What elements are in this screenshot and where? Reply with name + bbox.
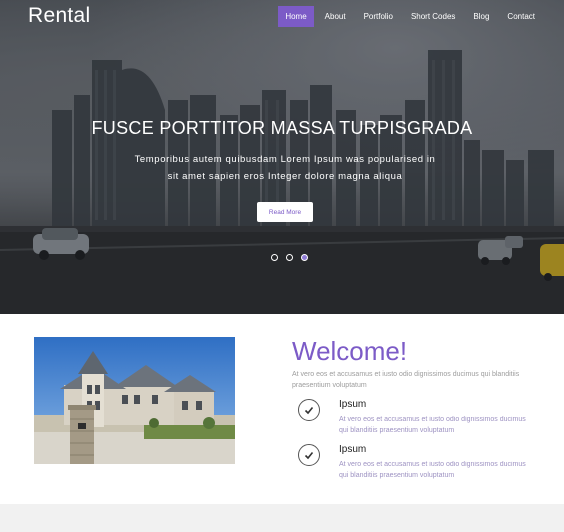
welcome-intro: At vero eos et accusamus et iusto odio d… [292, 371, 520, 389]
hero-title: FUSCE PORTTITOR MASSA TURPISGRADA [91, 118, 473, 138]
slider-dot-2[interactable] [286, 254, 293, 261]
nav-item-contact[interactable]: Contact [500, 6, 542, 27]
welcome-section: Welcome! At vero eos et accusamus et ius… [0, 314, 564, 504]
slider-dots [271, 254, 308, 261]
nav-item-portfolio[interactable]: Portfolio [357, 6, 400, 27]
feature-text-1: At vero eos et accusamus et iusto odio d… [339, 416, 526, 434]
nav-item-home[interactable]: Home [278, 6, 314, 27]
main-nav: Home About Portfolio Short Codes Blog Co… [274, 6, 542, 27]
check-mark-glyph [304, 406, 314, 415]
nav-item-short-codes[interactable]: Short Codes [404, 6, 462, 27]
hero-slider: Rental Home About Portfolio Short Codes … [0, 0, 564, 314]
welcome-heading: Welcome! [292, 336, 408, 366]
hero-subtitle-line-2: sit amet sapien eros Integer dolore magn… [167, 171, 403, 182]
nav-item-blog[interactable]: Blog [466, 6, 496, 27]
slider-dot-1[interactable] [271, 254, 278, 261]
hero-subtitle-line-1: Temporibus autem quibusdam Lorem Ipsum w… [134, 154, 436, 165]
feature-title-2: Ipsum [339, 444, 367, 455]
check-mark-glyph [304, 451, 314, 460]
check-icon [298, 444, 320, 466]
slider-dot-3[interactable] [301, 254, 308, 261]
house-image [34, 337, 235, 464]
check-icon [298, 399, 320, 421]
feature-text-2: At vero eos et accusamus et iusto odio d… [339, 461, 526, 479]
nav-item-about[interactable]: About [318, 6, 353, 27]
hero-subtitle: Temporibus autem quibusdam Lorem Ipsum w… [122, 151, 448, 185]
feature-title-1: Ipsum [339, 399, 367, 410]
site-logo[interactable]: Rental [28, 4, 91, 28]
read-more-button[interactable]: Read More [257, 202, 313, 222]
next-section-strip [0, 504, 564, 532]
